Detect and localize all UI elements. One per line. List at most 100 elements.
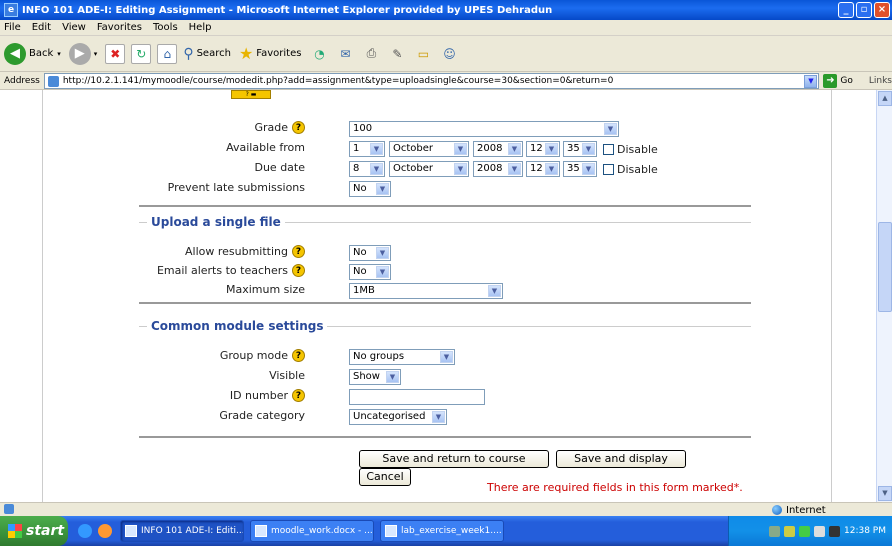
address-bar: Address http://10.2.1.141/mymoodle/cours… <box>0 72 892 90</box>
available-month-select[interactable]: October ▼ <box>389 141 469 157</box>
menu-help[interactable]: Help <box>189 22 212 33</box>
due-hour-select[interactable]: 12 ▼ <box>526 161 560 177</box>
prevent-late-label: Prevent late submissions <box>167 181 305 194</box>
prevent-late-select[interactable]: No ▼ <box>349 181 391 197</box>
window-title: INFO 101 ADE-I: Editing Assignment - Mic… <box>22 4 553 16</box>
language-icon[interactable] <box>829 525 840 537</box>
available-year-select[interactable]: 2008 ▼ <box>473 141 523 157</box>
available-disable-label: Disable <box>617 143 658 156</box>
print-icon[interactable]: ⎙ <box>361 44 381 64</box>
vertical-scrollbar[interactable]: ▲ ▼ <box>876 90 892 502</box>
menu-tools[interactable]: Tools <box>153 22 178 33</box>
back-button[interactable]: ◀ Back ▾ <box>4 42 61 65</box>
menu-favorites[interactable]: Favorites <box>97 22 142 33</box>
back-arrow-icon: ◀ <box>4 42 26 65</box>
due-disable-checkbox[interactable] <box>603 164 614 175</box>
minimize-button[interactable]: _ <box>838 2 854 18</box>
id-number-input[interactable] <box>349 389 485 405</box>
due-year-select[interactable]: 2008 ▼ <box>473 161 523 177</box>
due-month-select[interactable]: October ▼ <box>389 161 469 177</box>
chevron-down-icon: ▼ <box>582 163 595 175</box>
maximize-button[interactable]: ▫ <box>856 2 872 18</box>
search-button[interactable]: ⚲ Search <box>183 46 231 62</box>
upload-section-legend[interactable]: Upload a single file <box>147 215 285 229</box>
general-section-bottom <box>139 205 751 207</box>
menu-view[interactable]: View <box>62 22 86 33</box>
help-icon[interactable]: ? <box>292 121 305 134</box>
available-minute-select[interactable]: 35 ▼ <box>563 141 597 157</box>
history-icon[interactable]: ◔ <box>309 44 329 64</box>
save-return-button[interactable]: Save and return to course <box>359 450 549 468</box>
window-titlebar: e INFO 101 ADE-I: Editing Assignment - M… <box>0 0 892 20</box>
menu-edit[interactable]: Edit <box>32 22 51 33</box>
max-size-select[interactable]: 1MB ▼ <box>349 283 503 299</box>
scroll-down-icon[interactable]: ▼ <box>878 486 892 501</box>
help-icon[interactable]: ? <box>292 389 305 402</box>
help-icon[interactable]: ? <box>292 349 305 362</box>
edit-icon[interactable]: ✎ <box>387 44 407 64</box>
taskbar-item-word-lab[interactable]: lab_exercise_week1.... <box>380 520 504 542</box>
available-disable-checkbox[interactable] <box>603 144 614 155</box>
messenger-icon[interactable]: ☺ <box>439 44 459 64</box>
common-settings-legend[interactable]: Common module settings <box>147 319 328 333</box>
available-from-label: Available from <box>226 141 305 154</box>
system-tray: 12:38 PM <box>728 516 892 546</box>
folder-icon[interactable]: ▭ <box>413 44 433 64</box>
menu-bar: File Edit View Favorites Tools Help <box>0 20 892 36</box>
links-label[interactable]: Links <box>869 76 892 86</box>
home-icon[interactable]: ⌂ <box>157 43 178 64</box>
mail-icon[interactable]: ✉ <box>335 44 355 64</box>
scroll-thumb[interactable] <box>878 222 892 312</box>
media-quicklaunch-icon[interactable] <box>98 524 112 538</box>
security-zone: Internet <box>772 503 826 517</box>
go-button[interactable]: ➜ Go <box>823 73 853 88</box>
chevron-down-icon: ▼ <box>376 183 389 195</box>
chevron-down-icon: ▼ <box>604 123 617 135</box>
due-disable-label: Disable <box>617 163 658 176</box>
globe-icon <box>772 505 782 515</box>
available-day-select[interactable]: 1 ▼ <box>349 141 385 157</box>
bluetooth-icon[interactable] <box>799 525 810 537</box>
id-number-label: ID number? <box>43 389 305 402</box>
page-icon <box>47 75 59 87</box>
chevron-down-icon: ▼ <box>582 143 595 155</box>
visible-select[interactable]: Show ▼ <box>349 369 401 385</box>
cancel-button[interactable]: Cancel <box>359 468 411 486</box>
allow-resubmit-select[interactable]: No ▼ <box>349 245 391 261</box>
address-dropdown-icon[interactable]: ▼ <box>804 74 818 88</box>
refresh-icon[interactable]: ↻ <box>131 43 152 64</box>
stop-icon[interactable]: ✖ <box>105 43 126 64</box>
chevron-down-icon: ▼ <box>508 163 521 175</box>
taskbar-item-ie[interactable]: INFO 101 ADE-I: Editi... <box>120 520 244 542</box>
email-alerts-select[interactable]: No ▼ <box>349 264 391 280</box>
save-display-button[interactable]: Save and display <box>556 450 686 468</box>
clock[interactable]: 12:38 PM <box>844 526 886 536</box>
help-icon[interactable]: ? <box>292 264 305 277</box>
help-icon[interactable]: ? <box>292 245 305 258</box>
grade-select[interactable]: 100 ▼ <box>349 121 619 137</box>
start-button[interactable]: start <box>0 516 68 546</box>
allow-resubmit-label: Allow resubmitting? <box>43 245 305 258</box>
ie-quicklaunch-icon[interactable] <box>78 524 92 538</box>
status-bar: Internet <box>0 502 892 516</box>
favorites-button[interactable]: ★ Favorites <box>239 44 302 63</box>
taskbar-item-word-moodle[interactable]: moodle_work.docx - ... <box>250 520 374 542</box>
available-hour-select[interactable]: 12 ▼ <box>526 141 560 157</box>
group-mode-select[interactable]: No groups ▼ <box>349 349 455 365</box>
address-input[interactable]: http://10.2.1.141/mymoodle/course/modedi… <box>43 72 820 89</box>
go-arrow-icon: ➜ <box>823 73 838 88</box>
network-icon[interactable] <box>769 525 780 537</box>
grade-category-select[interactable]: Uncategorised ▼ <box>349 409 447 425</box>
volume-icon[interactable] <box>814 525 825 537</box>
required-fields-note: There are required fields in this form m… <box>487 481 743 494</box>
scroll-up-icon[interactable]: ▲ <box>878 91 892 106</box>
menu-file[interactable]: File <box>4 22 21 33</box>
antivirus-icon[interactable] <box>784 525 795 537</box>
chevron-down-icon: ▼ <box>440 351 453 363</box>
visible-label: Visible <box>269 369 305 382</box>
due-day-select[interactable]: 8 ▼ <box>349 161 385 177</box>
forward-button[interactable]: ▶ ▾ <box>68 42 97 65</box>
max-size-label: Maximum size <box>225 283 305 296</box>
due-minute-select[interactable]: 35 ▼ <box>563 161 597 177</box>
close-button[interactable]: × <box>874 2 890 18</box>
